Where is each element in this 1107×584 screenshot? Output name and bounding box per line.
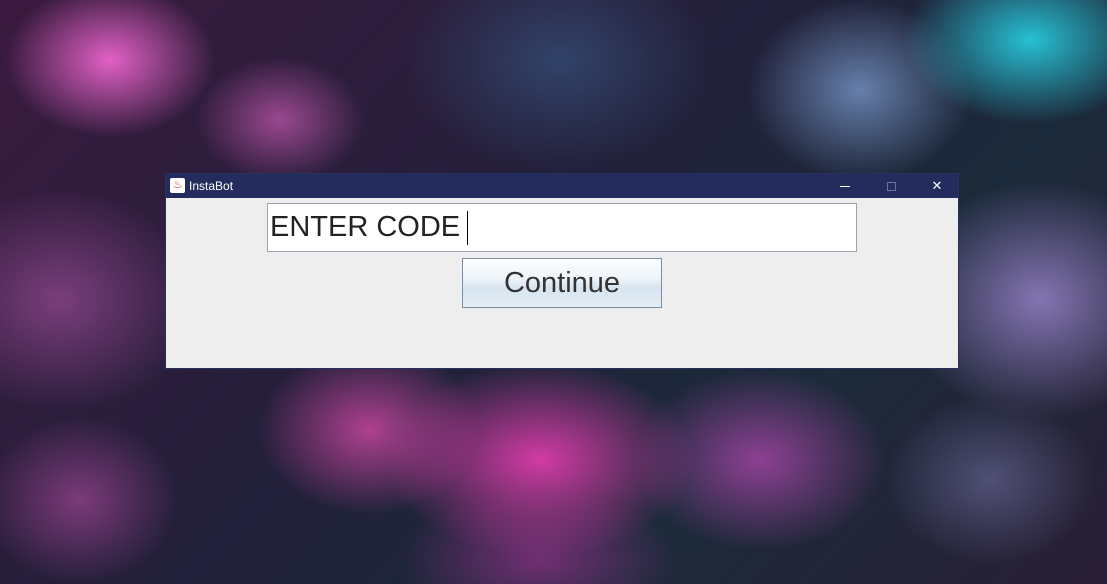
minimize-icon [840, 185, 850, 187]
text-caret [467, 211, 468, 245]
maximize-icon [886, 181, 896, 191]
code-input[interactable] [267, 203, 857, 252]
java-cup-icon: ♨ [170, 178, 185, 193]
minimize-button[interactable] [822, 174, 868, 198]
close-button[interactable]: ✕ [914, 174, 960, 198]
instabot-window: ♨ InstaBot ✕ Continue [165, 173, 959, 369]
window-title: InstaBot [189, 179, 234, 193]
close-icon: ✕ [931, 178, 943, 193]
continue-button[interactable]: Continue [462, 258, 662, 308]
title-bar[interactable]: ♨ InstaBot ✕ [166, 174, 958, 198]
maximize-button[interactable] [868, 174, 914, 198]
